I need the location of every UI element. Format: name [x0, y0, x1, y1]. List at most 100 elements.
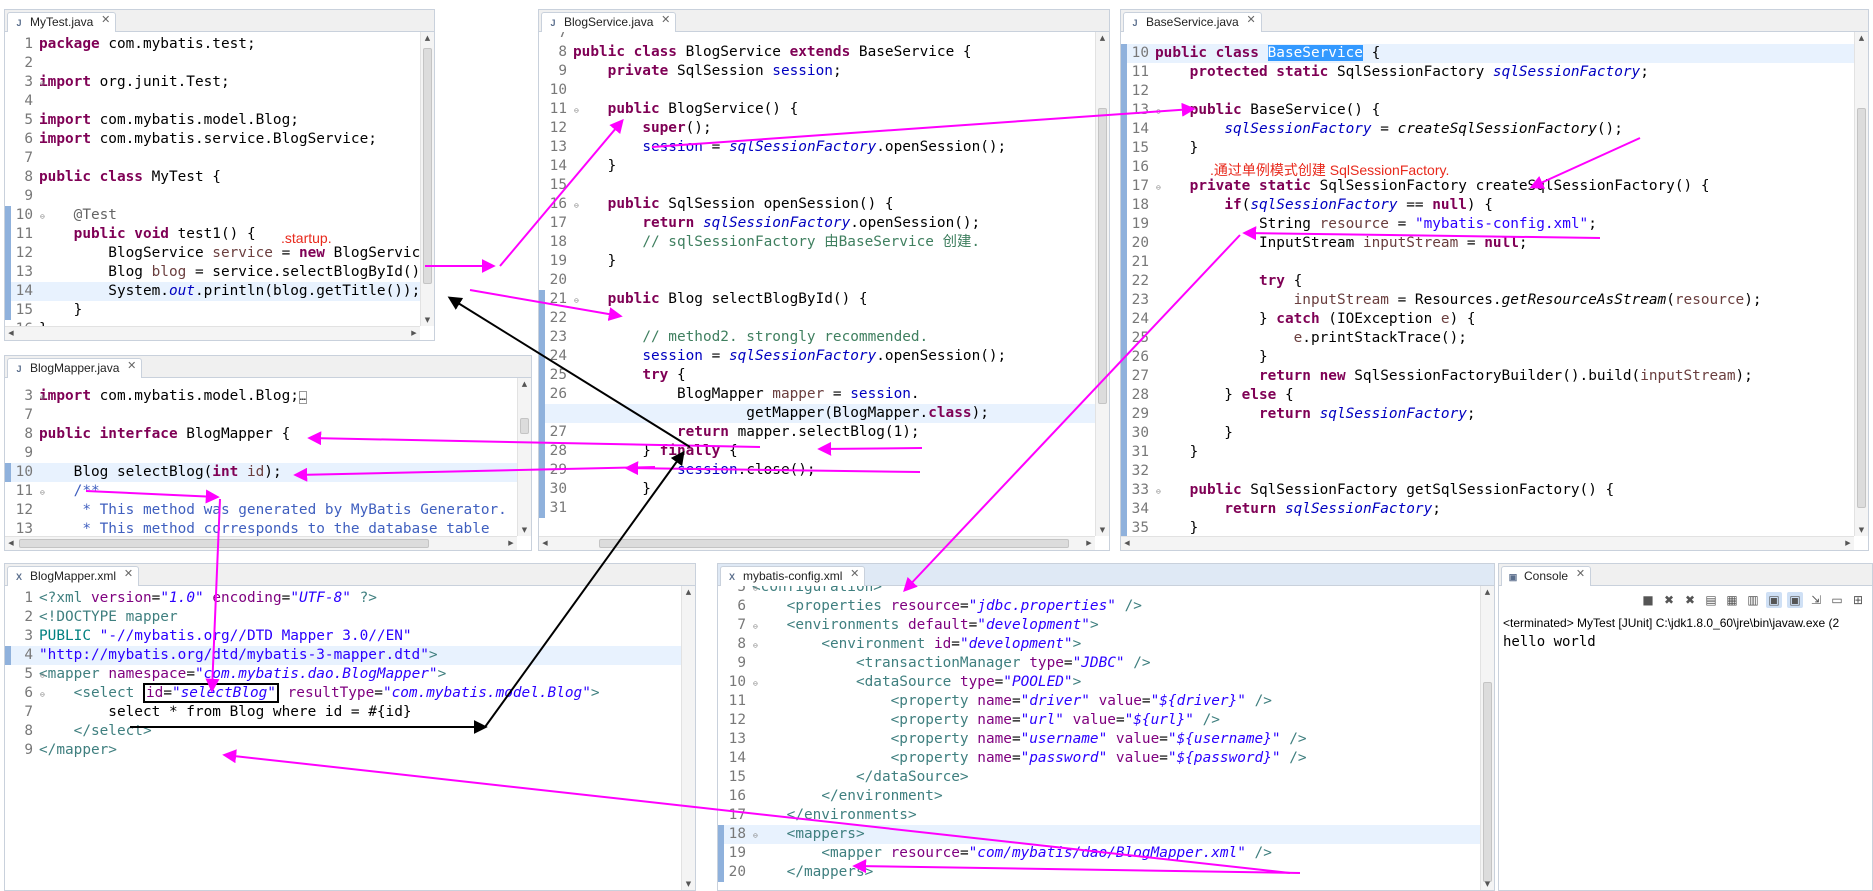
scroll-left-icon[interactable]: ◀: [539, 537, 551, 550]
scroll-down-icon[interactable]: ▼: [1096, 524, 1109, 536]
scroll-thumb[interactable]: [1483, 682, 1492, 882]
remove-launch-icon[interactable]: ✖: [1661, 592, 1677, 608]
remove-all-icon[interactable]: ✖: [1682, 592, 1698, 608]
show-errors-icon[interactable]: ▣: [1787, 592, 1803, 608]
close-icon[interactable]: ✕: [1247, 13, 1256, 26]
fold-toggle-icon[interactable]: ⊖: [40, 685, 45, 704]
vertical-scrollbar[interactable]: ▲ ▼: [1480, 586, 1494, 890]
scroll-down-icon[interactable]: ▼: [682, 878, 695, 890]
close-icon[interactable]: ✕: [101, 13, 110, 26]
fold-toggle-icon[interactable]: ⊖: [753, 826, 758, 845]
line-number: 2: [24, 609, 33, 625]
pin-console-icon[interactable]: ▥: [1745, 592, 1761, 608]
code-area[interactable]: 7 8 public class BlogService extends BaseS…: [539, 32, 1109, 550]
vertical-scrollbar[interactable]: ▲ ▼: [681, 586, 695, 890]
code-area[interactable]: 3 ⊕ import com.mybatis.model.Blog;… 7 8 publi…: [5, 378, 531, 550]
scroll-up-icon[interactable]: ▲: [1096, 32, 1109, 44]
code-text: }: [1155, 140, 1199, 156]
scroll-thumb[interactable]: [599, 539, 1069, 548]
show-console-icon[interactable]: ▣: [1766, 592, 1782, 608]
scroll-thumb[interactable]: [520, 418, 529, 434]
code-line: 10 public class BaseService {: [1121, 44, 1868, 63]
scroll-left-icon[interactable]: ◀: [1121, 537, 1133, 550]
scroll-thumb[interactable]: [19, 539, 429, 548]
vertical-scrollbar[interactable]: ▲ ▼: [517, 378, 531, 536]
tab-console[interactable]: ▣ Console ✕: [1501, 566, 1592, 586]
scroll-lock-icon[interactable]: ▤: [1703, 592, 1719, 608]
scroll-up-icon[interactable]: ▲: [682, 586, 695, 598]
change-marker: [539, 404, 545, 423]
horizontal-scrollbar[interactable]: ◀ ▶: [539, 536, 1095, 550]
code-area[interactable]: 1 package com.mybatis.test; 2 3 ⊖ import org.…: [5, 32, 434, 340]
scroll-left-icon[interactable]: ◀: [5, 537, 17, 550]
scroll-down-icon[interactable]: ▼: [421, 314, 434, 326]
fold-toggle-icon[interactable]: ⊕: [40, 388, 45, 407]
tab-blogmapper-java[interactable]: J BlogMapper.java ✕: [7, 358, 143, 378]
tab-blogservice-java[interactable]: J BlogService.java ✕: [541, 12, 677, 32]
line-number: 9: [558, 63, 567, 79]
vertical-scrollbar[interactable]: ▲ ▼: [1095, 32, 1109, 536]
tab-blogmapper-xml[interactable]: X BlogMapper.xml ✕: [7, 566, 140, 586]
vertical-scrollbar[interactable]: ▲ ▼: [420, 32, 434, 326]
terminate-icon[interactable]: ■: [1640, 592, 1656, 608]
fold-toggle-icon[interactable]: ⊖: [40, 666, 45, 685]
new-console-icon[interactable]: ⊞: [1850, 592, 1866, 608]
code-line: 2 <!DOCTYPE mapper: [5, 608, 695, 627]
fold-toggle-icon[interactable]: ⊖: [1156, 178, 1161, 197]
open-console-icon[interactable]: ▭: [1829, 592, 1845, 608]
tab-mybatis-config-xml[interactable]: Xmybatis-config.xml ✕: [720, 566, 866, 586]
fold-toggle-icon[interactable]: ⊖: [40, 74, 45, 93]
scroll-right-icon[interactable]: ▶: [505, 537, 517, 550]
code-area[interactable]: 10 public class BaseService {11 protected…: [1121, 32, 1868, 550]
scroll-thumb[interactable]: [1098, 108, 1107, 404]
fold-toggle-icon[interactable]: ⊖: [574, 196, 579, 215]
scroll-up-icon[interactable]: ▲: [421, 32, 434, 44]
scroll-up-icon[interactable]: ▲: [1481, 586, 1494, 598]
scroll-left-icon[interactable]: ◀: [5, 327, 17, 340]
scroll-up-icon[interactable]: ▲: [518, 378, 531, 390]
scroll-down-icon[interactable]: ▼: [1481, 878, 1494, 890]
code-text: public SqlSession openSession() {: [607, 196, 894, 212]
scroll-thumb[interactable]: [1857, 108, 1866, 508]
code-text: }: [1155, 520, 1199, 536]
fold-toggle-icon[interactable]: ⊖: [753, 674, 758, 693]
tab-mytest-java[interactable]: J MyTest.java ✕: [7, 12, 117, 32]
code-text: public class BlogService extends BaseSer…: [573, 44, 972, 60]
display-console-icon[interactable]: ⇲: [1808, 592, 1824, 608]
code-line: 20 </mappers>: [718, 863, 1494, 882]
close-icon[interactable]: ✕: [124, 567, 133, 580]
fold-toggle-icon[interactable]: ⊖: [1156, 482, 1161, 501]
fold-toggle-icon[interactable]: ⊖: [1156, 102, 1161, 121]
scroll-right-icon[interactable]: ▶: [408, 327, 420, 340]
vertical-scrollbar[interactable]: ▲ ▼: [1854, 32, 1868, 536]
change-marker: [1121, 291, 1127, 310]
line-number: 9: [24, 188, 33, 204]
close-icon[interactable]: ✕: [850, 567, 859, 580]
close-icon[interactable]: ✕: [1576, 567, 1585, 580]
scroll-thumb[interactable]: [423, 48, 432, 284]
close-icon[interactable]: ✕: [661, 13, 670, 26]
horizontal-scrollbar[interactable]: ◀ ▶: [5, 536, 517, 550]
close-icon[interactable]: ✕: [127, 359, 136, 372]
scroll-down-icon[interactable]: ▼: [1855, 524, 1868, 536]
horizontal-scrollbar[interactable]: ◀ ▶: [1121, 536, 1854, 550]
java-file-icon: J: [1132, 18, 1138, 28]
code-area[interactable]: 1 <?xml version="1.0" encoding="UTF-8" ?>…: [5, 586, 695, 890]
fold-toggle-icon[interactable]: ⊖: [40, 207, 45, 226]
code-lines: 10 public class BaseService {11 protected…: [1121, 44, 1868, 538]
scroll-up-icon[interactable]: ▲: [1855, 32, 1868, 44]
tab-baseservice-java[interactable]: J BaseService.java ✕: [1123, 12, 1262, 32]
scroll-down-icon[interactable]: ▼: [518, 524, 531, 536]
change-marker: [1121, 329, 1127, 348]
scroll-right-icon[interactable]: ▶: [1083, 537, 1095, 550]
line-number: 5: [24, 112, 33, 128]
fold-toggle-icon[interactable]: ⊖: [574, 291, 579, 310]
fold-toggle-icon[interactable]: ⊖: [753, 636, 758, 655]
code-area[interactable]: 5 ⊖ <configuration> 6 <properties resource=…: [718, 586, 1494, 890]
fold-toggle-icon[interactable]: ⊖: [40, 483, 45, 502]
fold-toggle-icon[interactable]: ⊖: [753, 617, 758, 636]
word-wrap-icon[interactable]: ▦: [1724, 592, 1740, 608]
scroll-right-icon[interactable]: ▶: [1842, 537, 1854, 550]
fold-toggle-icon[interactable]: ⊖: [574, 101, 579, 120]
horizontal-scrollbar[interactable]: ◀ ▶: [5, 326, 420, 340]
